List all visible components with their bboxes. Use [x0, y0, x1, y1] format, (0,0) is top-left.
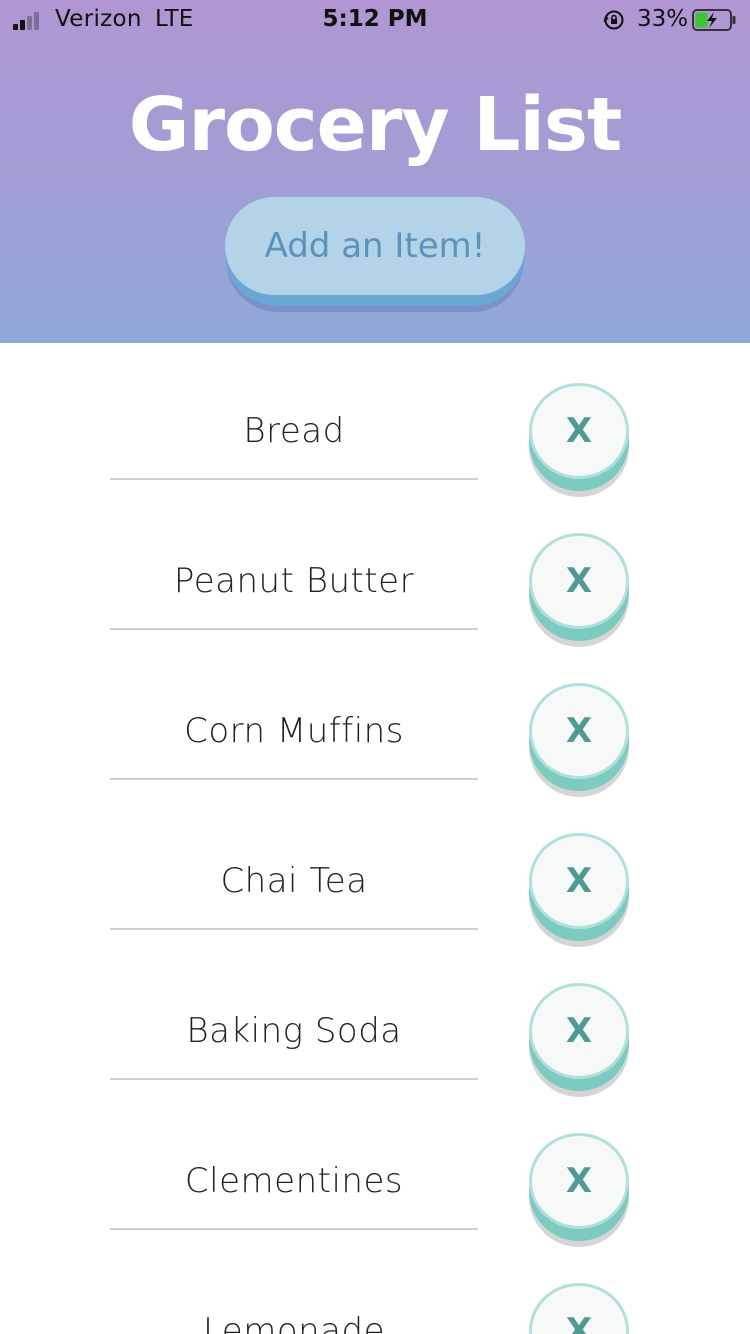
- item-name[interactable]: Peanut Butter: [110, 561, 478, 601]
- item-name[interactable]: Baking Soda: [110, 1011, 478, 1051]
- page-title: Grocery List: [128, 82, 623, 168]
- item-name[interactable]: Bread: [110, 411, 478, 451]
- delete-control: X: [528, 983, 630, 1099]
- battery-percent: 33%: [637, 6, 689, 32]
- item-name[interactable]: Lemonade: [110, 1311, 478, 1334]
- item-underline: [110, 628, 478, 630]
- delete-control: X: [528, 533, 630, 649]
- item-underline: [110, 478, 478, 480]
- item-name[interactable]: Chai Tea: [110, 861, 478, 901]
- delete-item-button[interactable]: X: [529, 383, 629, 479]
- delete-item-button[interactable]: X: [529, 683, 629, 779]
- delete-item-button[interactable]: X: [529, 833, 629, 929]
- item-underline: [110, 1078, 478, 1080]
- add-item-button[interactable]: Add an Item!: [225, 197, 525, 295]
- list-item: Corn Muffins X: [0, 643, 750, 797]
- list-item: Peanut Butter X: [0, 493, 750, 647]
- delete-control: X: [528, 833, 630, 949]
- list-item: Lemonade X: [0, 1243, 750, 1334]
- list-item: Baking Soda X: [0, 943, 750, 1097]
- delete-control: X: [528, 383, 630, 499]
- delete-control: X: [528, 1133, 630, 1249]
- item-underline: [110, 928, 478, 930]
- item-underline: [110, 778, 478, 780]
- app-screen: Verizon LTE 5:12 PM 33% Grocery List Add…: [0, 0, 750, 1334]
- list-item: Clementines X: [0, 1093, 750, 1247]
- delete-item-button[interactable]: X: [529, 533, 629, 629]
- list-item: Chai Tea X: [0, 793, 750, 947]
- item-name[interactable]: Corn Muffins: [110, 711, 478, 751]
- delete-control: X: [528, 683, 630, 799]
- delete-control: X: [528, 1283, 630, 1334]
- delete-item-button[interactable]: X: [529, 1283, 629, 1334]
- delete-item-button[interactable]: X: [529, 983, 629, 1079]
- battery-charging-icon: [692, 9, 736, 31]
- list-item: Bread X: [0, 343, 750, 497]
- rotation-lock-icon: [603, 10, 624, 30]
- item-name[interactable]: Clementines: [110, 1161, 478, 1201]
- status-bar: Verizon LTE 5:12 PM 33%: [0, 0, 750, 40]
- item-underline: [110, 1228, 478, 1230]
- header: Verizon LTE 5:12 PM 33% Grocery List Add…: [0, 0, 750, 343]
- delete-item-button[interactable]: X: [529, 1133, 629, 1229]
